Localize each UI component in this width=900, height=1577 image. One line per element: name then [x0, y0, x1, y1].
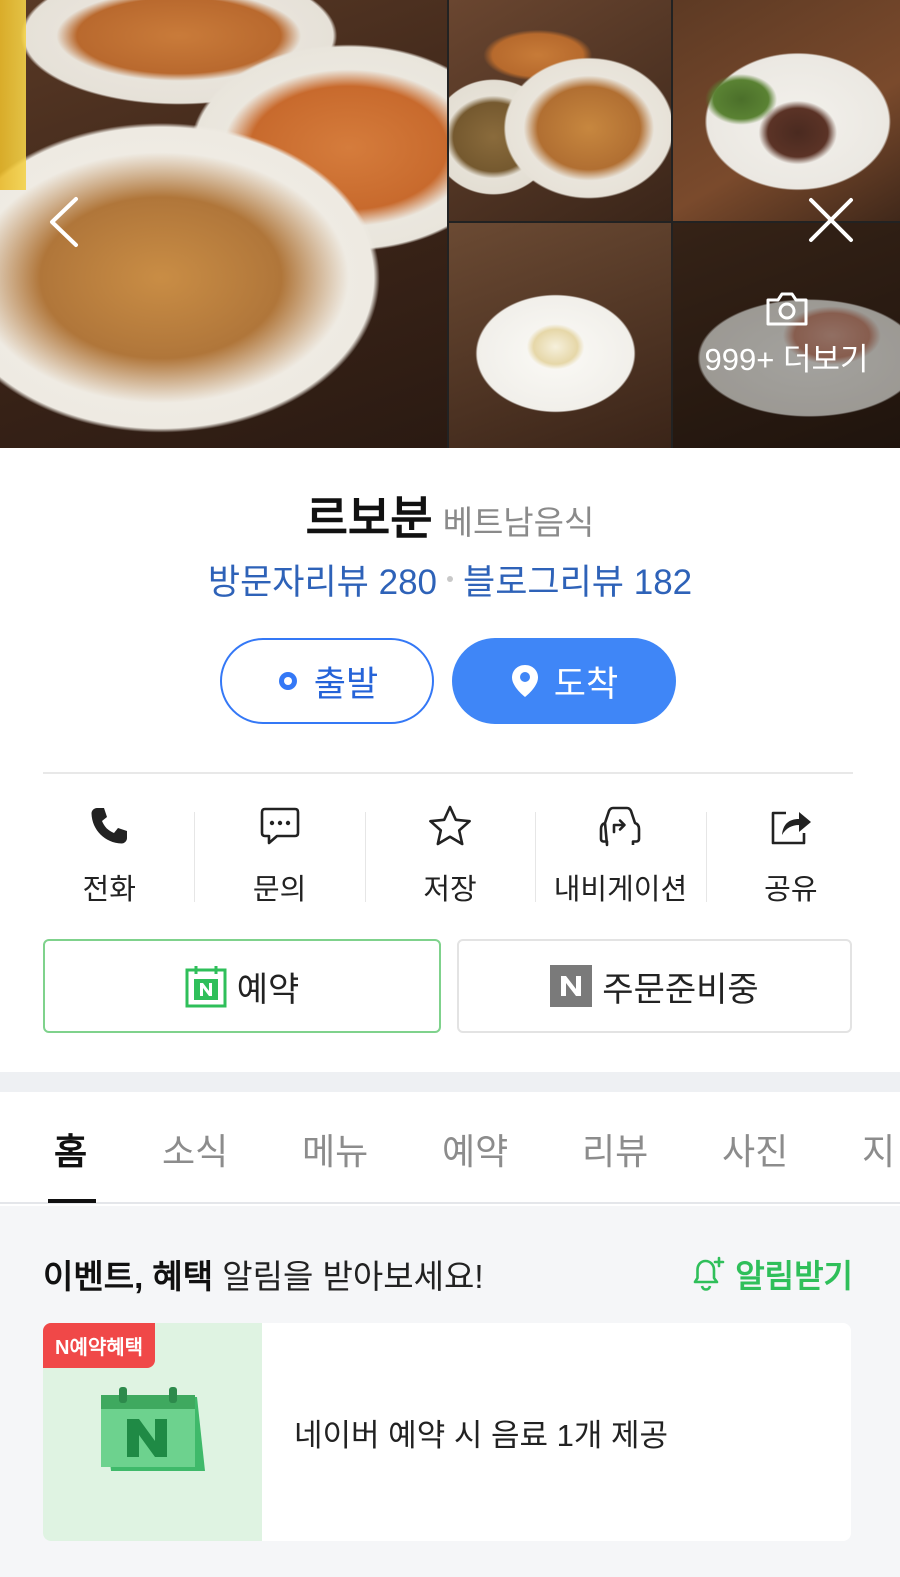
reserve-label: 예약: [236, 970, 300, 1009]
tab-bar: 홈 소식 메뉴 예약 리뷰 사진 지: [0, 1093, 900, 1204]
photo-thumbnail-3[interactable]: [449, 223, 671, 448]
bell-plus-icon: [687, 1254, 727, 1294]
more-photos-button[interactable]: 999+ 더보기: [673, 290, 900, 379]
close-icon: [809, 198, 853, 242]
call-action[interactable]: 전화: [24, 800, 194, 910]
chevron-left-icon: [50, 197, 78, 247]
blog-reviews-link[interactable]: 블로그리뷰 182: [463, 563, 692, 602]
tab-home[interactable]: 홈: [54, 1123, 87, 1175]
navigation-car-icon: [597, 800, 643, 852]
save-action[interactable]: 저장: [364, 800, 535, 910]
notify-label: 알림받기: [735, 1258, 853, 1294]
inquiry-action[interactable]: 문의: [194, 800, 364, 910]
back-button[interactable]: [44, 195, 84, 253]
benefit-badge: N예약혜택: [43, 1323, 156, 1368]
depart-button[interactable]: 출발: [220, 638, 434, 724]
notice-rest-text: 알림을 받아보세요!: [213, 1258, 484, 1295]
visitor-reviews-link[interactable]: 방문자리뷰 280: [208, 563, 437, 602]
save-label: 저장: [423, 874, 477, 906]
notify-button[interactable]: 알림받기: [687, 1251, 853, 1297]
place-name: 르보분: [305, 492, 433, 544]
notice-text: 이벤트, 혜택 알림을 받아보세요!: [43, 1250, 484, 1298]
place-category: 베트남음식: [442, 504, 595, 541]
tab-map-partial[interactable]: 지: [862, 1123, 895, 1175]
share-label: 공유: [764, 874, 818, 906]
chat-icon: [259, 800, 301, 852]
navigation-label: 내비게이션: [553, 874, 688, 906]
order-label: 주문준비중: [602, 970, 759, 1009]
tab-photos[interactable]: 사진: [722, 1123, 788, 1175]
tab-reviews[interactable]: 리뷰: [582, 1123, 648, 1175]
call-label: 전화: [82, 874, 136, 906]
phone-icon: [88, 800, 130, 852]
arrive-label: 도착: [553, 664, 619, 704]
navigation-action[interactable]: 내비게이션: [535, 800, 705, 910]
active-tab-indicator: [48, 1199, 96, 1203]
star-icon: [427, 800, 473, 852]
arrive-button[interactable]: 도착: [452, 638, 676, 724]
benefit-card[interactable]: N예약혜택 네이버 예약 시 음료 1개 제공: [43, 1323, 851, 1541]
tab-news[interactable]: 소식: [162, 1123, 228, 1175]
separator-dot: [447, 575, 453, 582]
benefit-thumbnail: N예약혜택: [43, 1323, 262, 1541]
location-pin-icon: [510, 663, 540, 699]
photo-thumbnail-1[interactable]: [449, 0, 671, 221]
reserve-button[interactable]: 예약: [43, 939, 441, 1033]
naver-order-icon: [550, 965, 593, 1007]
benefit-text: 네이버 예약 시 음료 1개 제공: [294, 1417, 669, 1453]
action-bar: 전화 문의 저장 내비게이션 공유: [24, 800, 876, 910]
tab-menu[interactable]: 메뉴: [302, 1123, 368, 1175]
notice-bold-text: 이벤트, 혜택: [43, 1258, 214, 1295]
close-button[interactable]: [806, 195, 856, 249]
share-action[interactable]: 공유: [705, 800, 876, 910]
section-gap: [0, 1072, 900, 1092]
tab-booking[interactable]: 예약: [442, 1123, 508, 1175]
notice-row: 이벤트, 혜택 알림을 받아보세요! 알림받기: [43, 1250, 853, 1298]
review-summary: 방문자리뷰 280 블로그리뷰 182: [0, 554, 900, 605]
inquiry-label: 문의: [252, 874, 307, 906]
depart-label: 출발: [313, 664, 379, 704]
photo-thumbnail-2[interactable]: [673, 0, 900, 221]
section-divider: [43, 772, 853, 774]
place-title-row: 르보분 베트남음식: [0, 482, 900, 548]
photo-gallery[interactable]: 999+ 더보기: [0, 0, 900, 448]
more-photos-label: 999+ 더보기: [704, 342, 869, 377]
camera-icon: [766, 292, 807, 326]
naver-calendar-illustration-icon: [101, 1387, 205, 1471]
order-button[interactable]: 주문준비중: [457, 939, 852, 1033]
share-icon: [768, 800, 814, 852]
drink-glass: [0, 0, 26, 190]
origin-dot-icon: [276, 669, 300, 693]
naver-calendar-icon: [185, 964, 227, 1008]
